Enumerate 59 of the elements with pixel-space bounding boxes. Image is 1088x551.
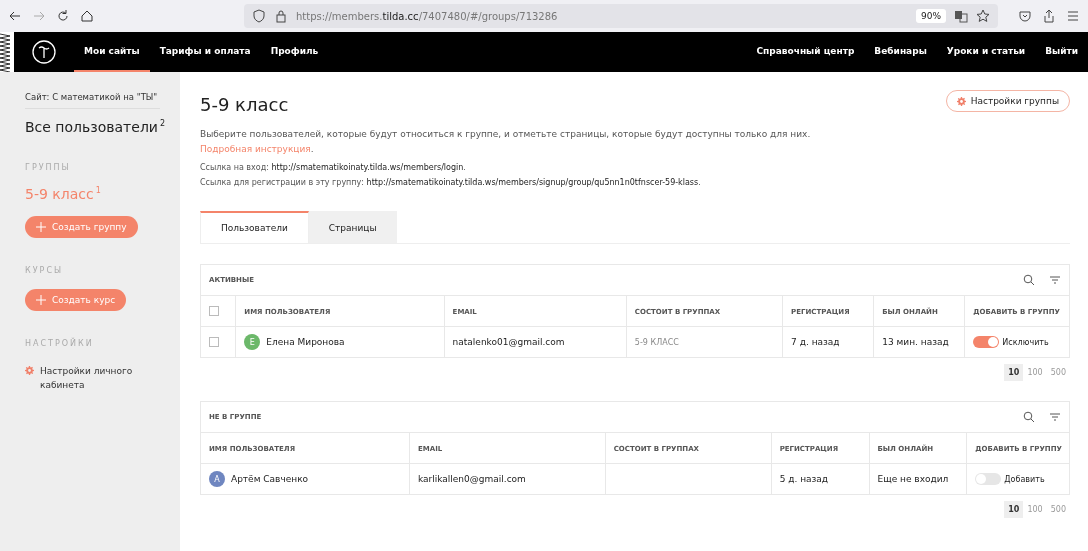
page-size-option[interactable]: 10	[1004, 501, 1024, 518]
page-title: 5-9 класс	[200, 94, 289, 115]
page-size-option[interactable]: 10	[1004, 364, 1024, 381]
description: Выберите пользователей, которые будут относиться к группе, и отметьте страницы, которые будут доступны только для них. Подробная инструкция.	[200, 128, 812, 156]
gear-icon	[25, 366, 34, 375]
toggle-label: Добавить	[1004, 474, 1045, 484]
last-online: 13 мин. назад	[882, 337, 949, 347]
last-online: Еще не входил	[877, 474, 949, 484]
plus-icon	[36, 222, 46, 232]
zoom-level[interactable]: 90%	[916, 9, 946, 23]
site-name: Сайт: С математикой на "ТЫ"	[25, 92, 160, 109]
shield-icon	[252, 9, 266, 23]
section-heading: ГРУППЫ	[25, 163, 72, 172]
url-text: https://members.tilda.cc/7407480/#/groups/713286	[296, 10, 559, 22]
login-link-line: Ссылка на вход: http://smatematikoinaty.tilda.ws/members/login.	[200, 163, 467, 172]
email: natalenko01@gmail.com	[452, 337, 565, 347]
all-users-link[interactable]: Все пользователи	[25, 119, 158, 135]
group-name: 5-9 КЛАСС	[634, 338, 679, 347]
lock-icon	[274, 9, 288, 23]
search-icon[interactable]	[1023, 274, 1035, 286]
toggle-switch[interactable]	[975, 473, 1002, 485]
logo-icon[interactable]	[32, 40, 56, 64]
nav-link[interactable]: Профиль	[260, 32, 329, 72]
back-icon[interactable]	[8, 9, 22, 23]
tab[interactable]: Пользователи	[200, 211, 309, 243]
avatar: Е	[244, 334, 261, 350]
section-heading: НАСТРОЙКИ	[25, 339, 95, 348]
user-count: 2	[159, 119, 166, 130]
user-name: Елена Миронова	[266, 337, 345, 347]
signup-link-line: Ссылка для регистрации в эту группу: http://smatematikoinaty.tilda.ws/members/signup/group/qu5nn1n0tfnscer-59-klass.	[200, 178, 702, 187]
reload-icon[interactable]	[56, 9, 70, 23]
checkbox[interactable]	[209, 337, 219, 347]
group-settings-button[interactable]: Настройки группы	[945, 90, 1070, 112]
share-icon[interactable]	[1042, 9, 1056, 23]
nav-link[interactable]: Тарифы и оплата	[149, 32, 261, 72]
user-name: Артём Савченко	[231, 474, 309, 484]
nav-link[interactable]: Выйти	[1035, 32, 1088, 72]
avatar: А	[209, 471, 225, 487]
address-bar[interactable]: https://members.tilda.cc/7407480/#/groups/713286 90%	[244, 4, 998, 28]
email: karlikallen0@gmail.com	[418, 474, 526, 484]
star-icon[interactable]	[976, 9, 990, 23]
section-heading: КУРСЫ	[25, 266, 65, 275]
nav-link[interactable]: Уроки и статьи	[936, 32, 1036, 72]
home-icon[interactable]	[80, 9, 94, 23]
nav-link[interactable]: Вебинары	[864, 32, 937, 72]
gear-icon	[956, 96, 966, 106]
toggle-label: Исключить	[1002, 337, 1049, 347]
pocket-icon[interactable]	[1018, 9, 1032, 23]
search-icon[interactable]	[1023, 411, 1035, 423]
group-count: 1	[95, 186, 101, 197]
plus-icon	[36, 295, 46, 305]
registration-date: 5 д. назад	[779, 474, 829, 484]
tab[interactable]: Страницы	[308, 211, 397, 243]
translate-icon[interactable]	[954, 9, 968, 23]
registration-date: 7 д. назад	[791, 337, 840, 347]
toggle-switch[interactable]	[973, 336, 1000, 348]
nav-link[interactable]: Справочный центр	[746, 32, 865, 72]
settings-link[interactable]: Настройки личного кабинета	[40, 364, 145, 392]
checkbox[interactable]	[209, 306, 219, 316]
